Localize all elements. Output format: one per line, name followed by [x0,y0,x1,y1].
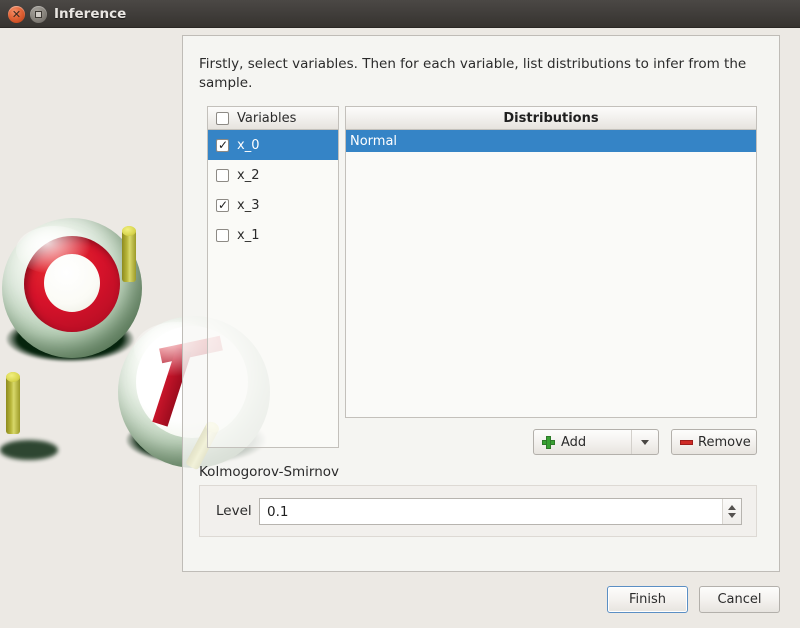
maximize-icon[interactable] [30,6,47,23]
application-window: ✕ Inference Firstly, select variables. T… [0,0,800,628]
close-glyph: ✕ [11,8,22,21]
plus-icon [542,435,555,449]
variable-label: x_0 [237,137,260,153]
kolmogorov-smirnov-label: Kolmogorov-Smirnov [199,464,340,480]
add-button-label: Add [561,434,587,450]
level-input[interactable]: 0.1 [267,504,722,520]
add-button[interactable]: Add [533,429,659,455]
level-stepper[interactable] [722,499,741,524]
variables-row-x0[interactable]: x_0 [208,130,338,160]
variable-checkbox[interactable] [216,168,229,182]
variables-list[interactable]: Variables x_0 x_2 x_3 x_1 [207,106,339,448]
variable-checkbox[interactable] [216,138,229,152]
cancel-button[interactable]: Cancel [699,586,780,613]
variables-header[interactable]: Variables [208,107,338,130]
dialog-body: Firstly, select variables. Then for each… [0,28,800,628]
close-icon[interactable]: ✕ [8,6,25,23]
distributions-row-normal[interactable]: Normal [346,130,756,152]
variable-label: x_2 [237,167,260,183]
chevron-down-icon [641,439,649,445]
variables-row-x2[interactable]: x_2 [208,160,338,190]
minus-icon [680,439,693,445]
finish-button[interactable]: Finish [607,586,688,613]
stepper-down-icon[interactable] [728,513,736,518]
window-titlebar: ✕ Inference [0,0,800,28]
variables-row-x3[interactable]: x_3 [208,190,338,220]
distributions-list[interactable]: Distributions Normal [345,106,757,418]
variables-row-x1[interactable]: x_1 [208,220,338,250]
level-spinbox[interactable]: 0.1 [259,498,742,525]
distributions-header: Distributions [346,107,756,130]
variable-checkbox[interactable] [216,228,229,242]
content-panel: Firstly, select variables. Then for each… [182,35,780,572]
maximize-glyph [30,6,47,23]
variable-checkbox[interactable] [216,198,229,212]
level-label: Level [216,503,252,519]
remove-button-label: Remove [698,434,751,450]
variables-header-label: Variables [237,110,297,126]
window-title: Inference [54,6,127,22]
variable-label: x_3 [237,197,260,213]
stepper-up-icon[interactable] [728,505,736,510]
add-dropdown-toggle[interactable] [631,430,658,454]
kolmogorov-smirnov-group: Level 0.1 [199,485,757,537]
instruction-text: Firstly, select variables. Then for each… [199,56,747,91]
variable-label: x_1 [237,227,260,243]
select-all-checkbox[interactable] [216,111,229,125]
remove-button[interactable]: Remove [671,429,757,455]
